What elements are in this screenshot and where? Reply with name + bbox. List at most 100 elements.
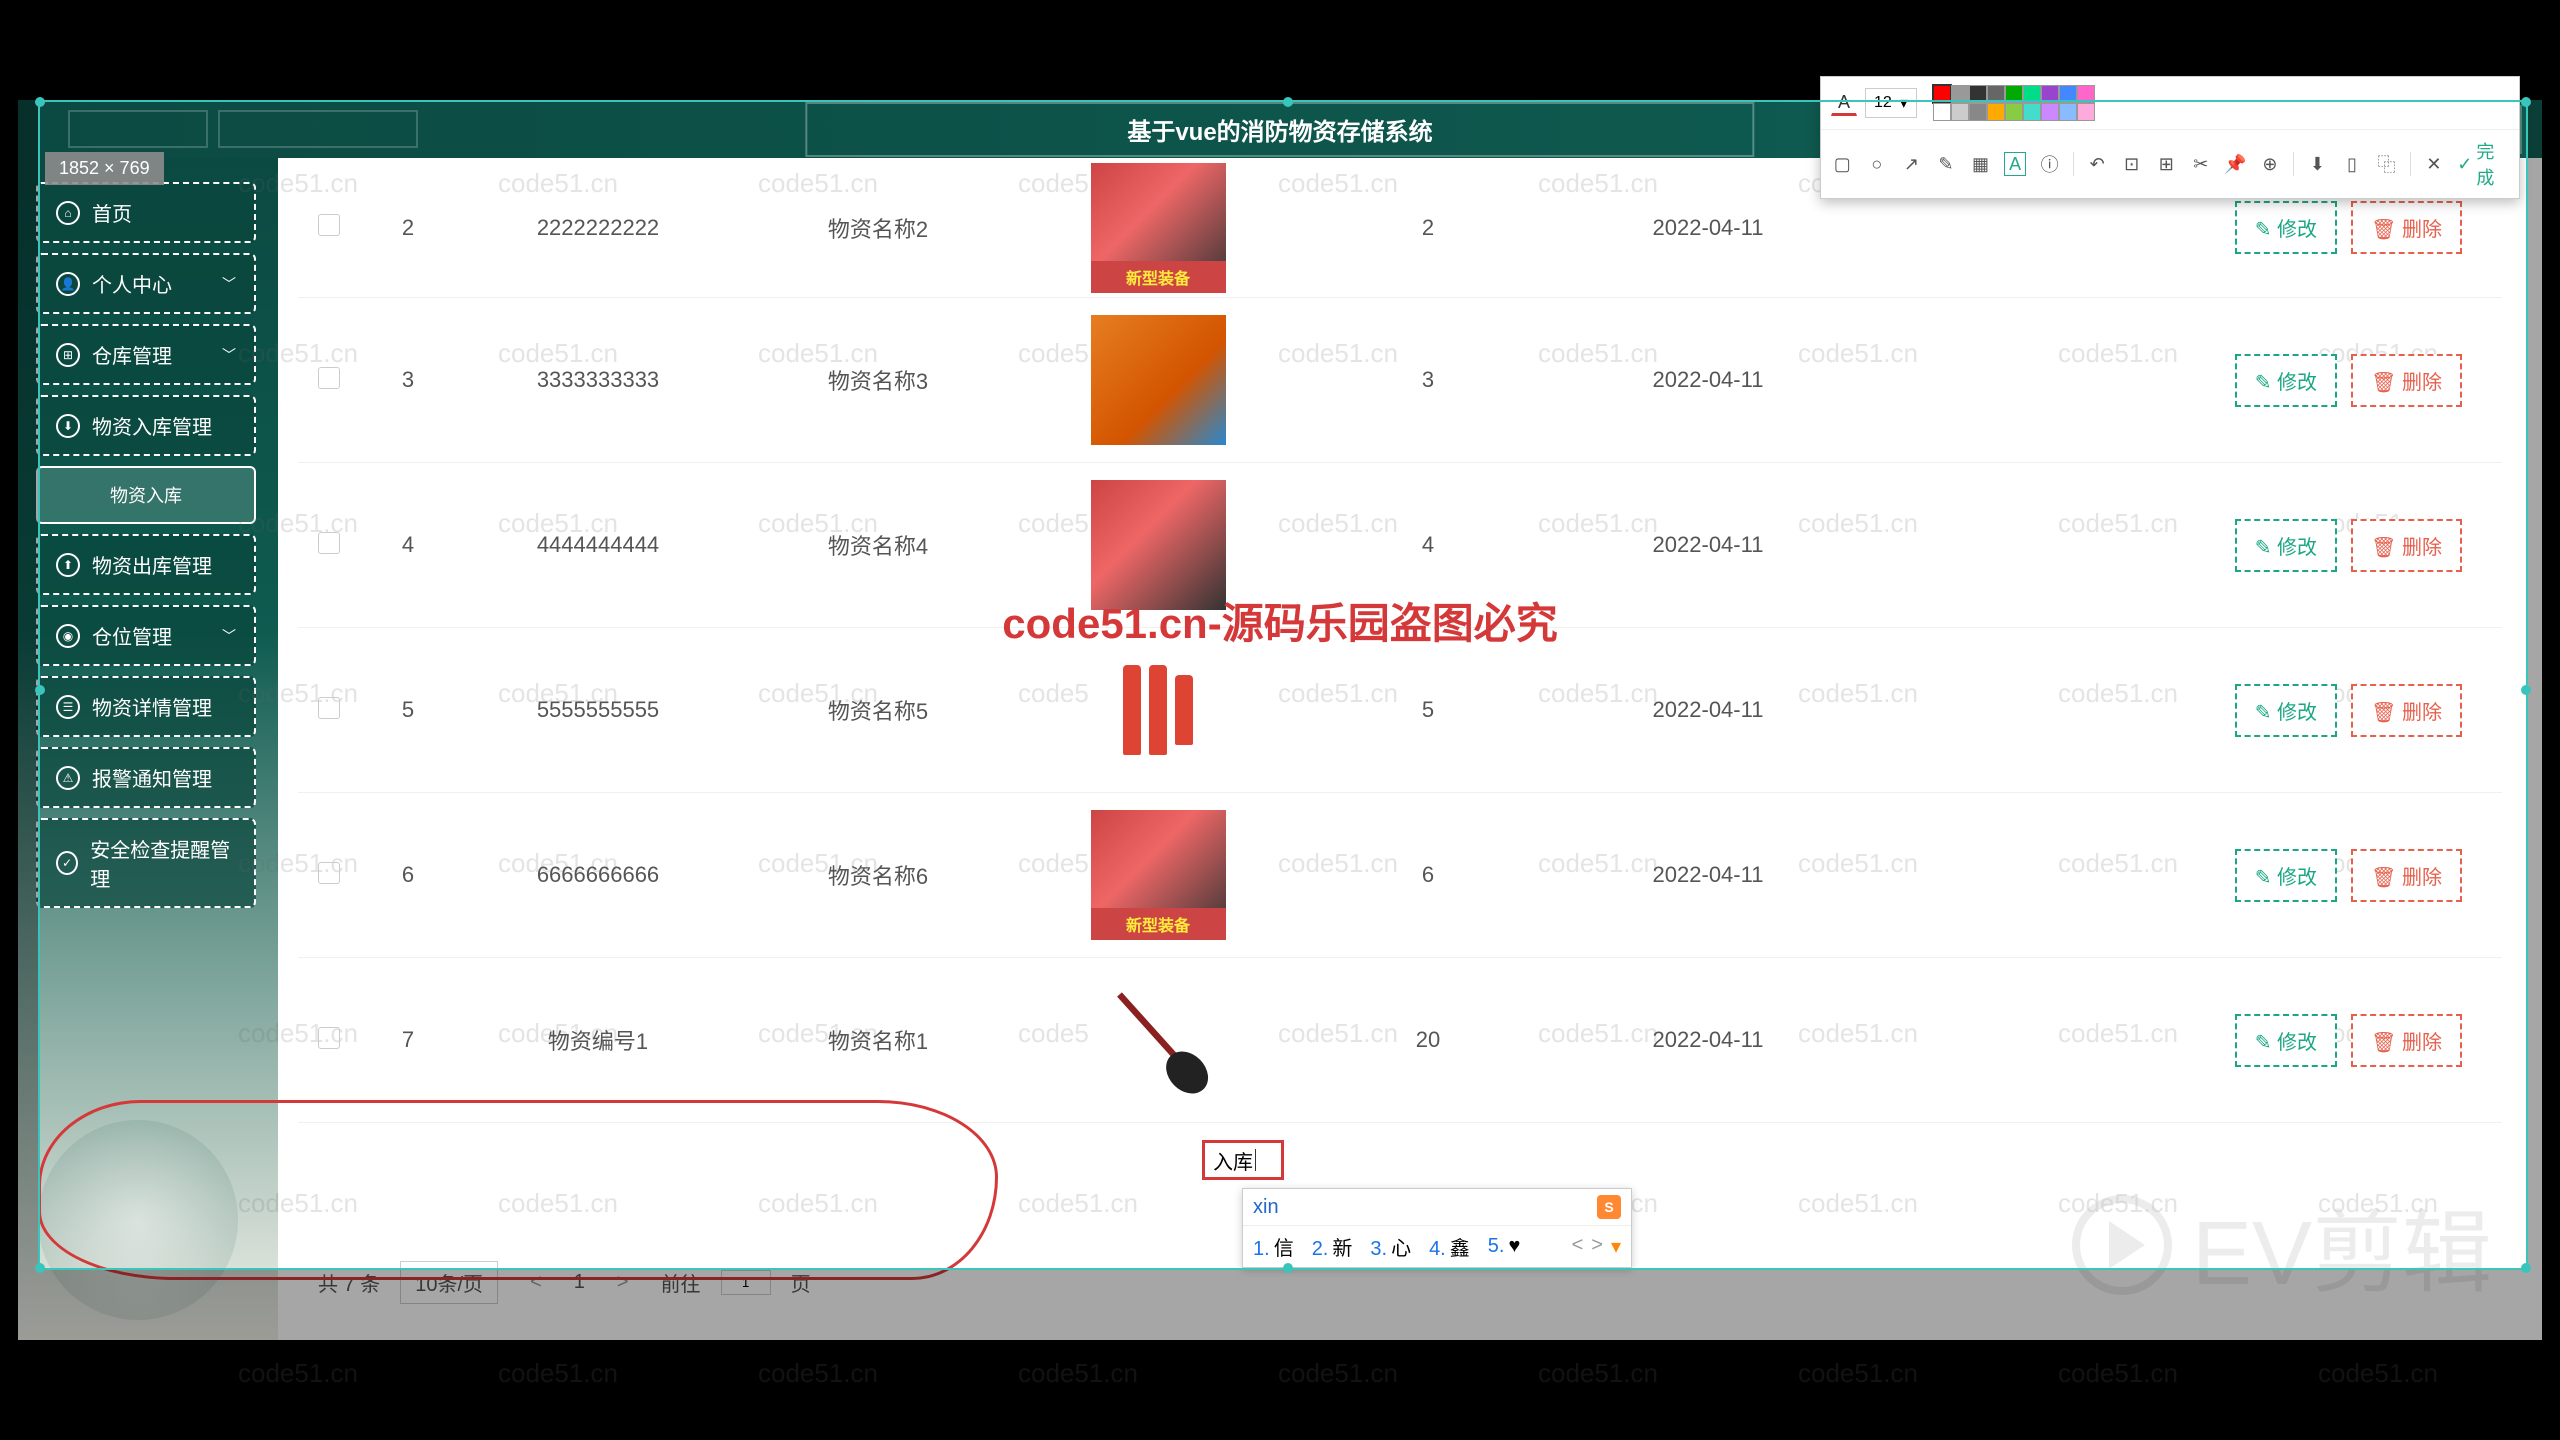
sidebar-item-alarm[interactable]: ⚠报警通知管理 — [36, 747, 256, 808]
color-swatch[interactable] — [1969, 85, 1987, 103]
delete-button[interactable]: 🗑 删除 — [2351, 684, 2462, 737]
color-swatch[interactable] — [2041, 85, 2059, 103]
row-qty: 5 — [1298, 697, 1558, 723]
ime-more[interactable]: ▾ — [1611, 1234, 1621, 1259]
table-row: 7物资编号1物资名称1202022-04-11✎ 修改🗑 删除 — [298, 958, 2502, 1123]
edit-button[interactable]: ✎ 修改 — [2235, 849, 2337, 902]
toolbar-row-1: A 12▾ — [1821, 77, 2519, 130]
row-date: 2022-04-11 — [1558, 215, 1858, 241]
undo-icon[interactable]: ↶ — [2086, 152, 2109, 176]
toolbar-row-2: ▢ ○ ↗ ✎ ▦ A ⓘ ↶ ⊡ ⊞ ✂ 📌 ⊕ ⬇ ▯ ⿻ ✕ ✓ 完成 — [1821, 130, 2519, 198]
color-swatch[interactable] — [1951, 85, 1969, 103]
color-swatch[interactable] — [1933, 85, 1951, 103]
row-checkbox[interactable] — [318, 862, 340, 884]
color-swatch[interactable] — [1987, 85, 2005, 103]
edit-button[interactable]: ✎ 修改 — [2235, 519, 2337, 572]
row-checkbox[interactable] — [318, 1027, 340, 1049]
row-name: 物资名称4 — [738, 529, 1018, 561]
chevron-down-icon: ﹀ — [222, 626, 236, 646]
color-swatch[interactable] — [1969, 103, 1987, 121]
done-button[interactable]: ✓ 完成 — [2457, 138, 2509, 190]
row-checkbox[interactable] — [318, 367, 340, 389]
download-icon[interactable]: ⬇ — [2306, 152, 2329, 176]
copy-icon[interactable]: ⿻ — [2375, 152, 2398, 176]
delete-button[interactable]: 🗑 删除 — [2351, 354, 2462, 407]
row-qty: 2 — [1298, 215, 1558, 241]
delete-button[interactable]: 🗑 删除 — [2351, 1014, 2462, 1067]
ime-next[interactable]: > — [1591, 1234, 1603, 1259]
edit-button[interactable]: ✎ 修改 — [2235, 684, 2337, 737]
detail-icon: ☰ — [56, 695, 80, 719]
color-swatch[interactable] — [2077, 103, 2095, 121]
table-row: 44444444444物资名称442022-04-11✎ 修改🗑 删除 — [298, 463, 2502, 628]
stock-input-box[interactable]: 入库 — [1202, 1140, 1284, 1180]
delete-button[interactable]: 🗑 删除 — [2351, 849, 2462, 902]
scissors-icon[interactable]: ✂ — [2190, 152, 2213, 176]
row-qty: 6 — [1298, 862, 1558, 888]
color-swatch[interactable] — [1951, 103, 1969, 121]
header-deco — [68, 110, 208, 148]
pen-tool-icon[interactable]: ✎ — [1935, 152, 1958, 176]
close-icon[interactable]: ✕ — [2423, 152, 2446, 176]
color-swatch[interactable] — [1987, 103, 2005, 121]
color-swatch[interactable] — [2005, 103, 2023, 121]
cursor — [1255, 1149, 1256, 1171]
row-code: 物资编号1 — [458, 1024, 738, 1056]
ime-candidate[interactable]: 4.鑫 — [1429, 1232, 1470, 1261]
text-tool-icon[interactable]: A — [2004, 152, 2027, 176]
data-table: 22222222222物资名称2新型装备22022-04-11✎ 修改🗑 删除3… — [298, 158, 2502, 1123]
font-color-a[interactable]: A — [1831, 90, 1857, 116]
sidebar-item-profile[interactable]: 👤个人中心﹀ — [36, 253, 256, 314]
circle-tool-icon[interactable]: ○ — [1866, 152, 1889, 176]
rect-tool-icon[interactable]: ▢ — [1831, 152, 1854, 176]
sidebar-item-stockin-mgmt[interactable]: ⬇物资入库管理 — [36, 395, 256, 456]
sidebar-item-detail[interactable]: ☰物资详情管理 — [36, 676, 256, 737]
row-checkbox[interactable] — [318, 214, 340, 236]
arrow-tool-icon[interactable]: ↗ — [1900, 152, 1923, 176]
delete-button[interactable]: 🗑 删除 — [2351, 519, 2462, 572]
info-icon[interactable]: ⓘ — [2038, 152, 2061, 176]
screenshot-toolbar: A 12▾ ▢ ○ ↗ ✎ ▦ A ⓘ ↶ ⊡ ⊞ ✂ 📌 ⊕ ⬇ ▯ ⿻ ✕ … — [1820, 76, 2520, 199]
row-date: 2022-04-11 — [1558, 532, 1858, 558]
row-date: 2022-04-11 — [1558, 367, 1858, 393]
home-icon: ⌂ — [56, 201, 80, 225]
color-swatch[interactable] — [2059, 103, 2077, 121]
sidebar: ⌂首页 👤个人中心﹀ ⊞仓库管理﹀ ⬇物资入库管理 物资入库 ⬆物资出库管理 ◉… — [36, 182, 256, 1122]
sidebar-item-stockout-mgmt[interactable]: ⬆物资出库管理 — [36, 534, 256, 595]
ocr-icon[interactable]: ⊞ — [2155, 152, 2178, 176]
color-swatch[interactable] — [2005, 85, 2023, 103]
color-swatch[interactable] — [1933, 103, 1951, 121]
sidebar-item-safety[interactable]: ✓安全检查提醒管理 — [36, 818, 256, 908]
crop-icon[interactable]: ⊡ — [2120, 152, 2143, 176]
ime-candidate[interactable]: 1.信 — [1253, 1232, 1294, 1261]
edit-button[interactable]: ✎ 修改 — [2235, 354, 2337, 407]
row-checkbox[interactable] — [318, 532, 340, 554]
color-swatch[interactable] — [2059, 85, 2077, 103]
delete-button[interactable]: 🗑 删除 — [2351, 201, 2462, 254]
color-swatch[interactable] — [2077, 85, 2095, 103]
color-swatch[interactable] — [2023, 103, 2041, 121]
row-code: 2222222222 — [458, 215, 738, 241]
item-image — [1091, 480, 1226, 610]
sidebar-item-warehouse[interactable]: ⊞仓库管理﹀ — [36, 324, 256, 385]
mosaic-tool-icon[interactable]: ▦ — [1969, 152, 1992, 176]
user-icon: 👤 — [56, 272, 80, 296]
edit-button[interactable]: ✎ 修改 — [2235, 201, 2337, 254]
row-checkbox[interactable] — [318, 697, 340, 719]
color-swatch[interactable] — [2041, 103, 2059, 121]
edit-button[interactable]: ✎ 修改 — [2235, 1014, 2337, 1067]
save-icon[interactable]: ▯ — [2341, 152, 2364, 176]
sidebar-item-home[interactable]: ⌂首页 — [36, 182, 256, 243]
ime-prev[interactable]: < — [1572, 1234, 1584, 1259]
table-row: 66666666666物资名称6新型装备62022-04-11✎ 修改🗑 删除 — [298, 793, 2502, 958]
ime-candidate[interactable]: 2.新 — [1312, 1232, 1353, 1261]
target-icon[interactable]: ⊕ — [2259, 152, 2282, 176]
sidebar-item-position[interactable]: ◉仓位管理﹀ — [36, 605, 256, 666]
ime-candidate[interactable]: 3.心 — [1370, 1232, 1411, 1261]
font-size-select[interactable]: 12▾ — [1865, 88, 1917, 118]
sidebar-item-stockin[interactable]: 物资入库 — [36, 466, 256, 524]
pin-icon[interactable]: 📌 — [2224, 152, 2247, 176]
row-name: 物资名称1 — [738, 1024, 1018, 1056]
ime-candidate[interactable]: 5.♥ — [1488, 1235, 1521, 1258]
color-swatch[interactable] — [2023, 85, 2041, 103]
